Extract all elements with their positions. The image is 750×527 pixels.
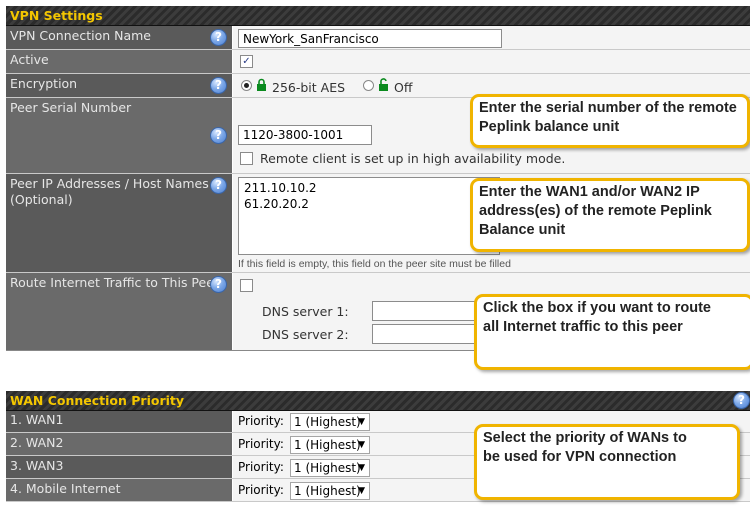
callout-wan-ip-text: Enter the WAN1 and/or WAN2 IP address(es…	[479, 184, 712, 238]
callout-serial-text: Enter the serial number of the remote Pe…	[479, 100, 737, 135]
route-traffic-label-text: Route Internet Traffic to This Peer	[10, 275, 220, 290]
dns-server-1-input[interactable]	[372, 301, 482, 321]
priority-label: Priority:	[238, 460, 284, 474]
peer-ip-line: 211.10.10.2	[244, 181, 317, 195]
chevron-down-icon: ▼	[358, 463, 365, 473]
help-icon[interactable]: ?	[210, 276, 227, 293]
wan-priority-header: WAN Connection Priority	[6, 391, 750, 411]
priority-select[interactable]: 1 (Highest) ▼	[290, 459, 370, 477]
priority-value: 1 (Highest)	[294, 438, 361, 452]
peer-serial-label-text: Peer Serial Number	[10, 100, 132, 115]
peer-ip-label-text: Peer IP Addresses / Host Names (Optional…	[10, 176, 209, 207]
wan-row-label: 1. WAN1	[6, 411, 232, 432]
vpn-settings-title: VPN Settings	[10, 8, 103, 23]
wan-row-label-text: 3. WAN3	[10, 458, 64, 473]
peer-ip-line: 61.20.20.2	[244, 197, 309, 211]
chevron-down-icon: ▼	[358, 417, 365, 427]
lock-open-icon	[379, 78, 388, 91]
vpn-settings-header: VPN Settings	[6, 6, 750, 26]
peer-ip-label: Peer IP Addresses / Host Names (Optional…	[6, 174, 232, 272]
route-traffic-label: Route Internet Traffic to This Peer	[6, 273, 232, 350]
priority-value: 1 (Highest)	[294, 415, 361, 429]
callout-route-text: Click the box if you want to route all I…	[483, 300, 711, 335]
encryption-aes-label: 256-bit AES	[272, 80, 346, 95]
wan-row-label: 4. Mobile Internet	[6, 479, 232, 501]
wan-priority-title: WAN Connection Priority	[10, 393, 185, 408]
chevron-down-icon: ▼	[358, 486, 365, 496]
active-checkbox[interactable]: ✓	[240, 55, 253, 68]
encryption-off-label: Off	[394, 80, 413, 95]
peer-ip-hint: If this field is empty, this field on th…	[238, 258, 511, 270]
dns-server-1-label: DNS server 1:	[262, 304, 349, 319]
priority-select[interactable]: 1 (Highest) ▼	[290, 482, 370, 500]
vpn-connection-name-input[interactable]: NewYork_SanFrancisco	[238, 29, 502, 48]
wan-row-label-text: 2. WAN2	[10, 435, 64, 450]
wan-row-label: 3. WAN3	[6, 456, 232, 478]
help-icon[interactable]: ?	[210, 177, 227, 194]
peer-serial-input[interactable]: 1120-3800-1001	[238, 125, 372, 145]
peer-ip-textarea[interactable]: 211.10.10.2 61.20.20.2	[238, 177, 500, 255]
vpn-connection-name-value: NewYork_SanFrancisco	[243, 32, 379, 46]
peer-serial-label: Peer Serial Number	[6, 98, 232, 173]
wan-row-label-text: 4. Mobile Internet	[10, 481, 121, 496]
active-cell	[233, 50, 750, 73]
chevron-down-icon: ▼	[358, 440, 365, 450]
help-icon[interactable]: ?	[210, 29, 227, 46]
help-icon[interactable]: ?	[733, 392, 750, 409]
route-traffic-checkbox[interactable]	[240, 279, 253, 292]
callout-wan-ip: Enter the WAN1 and/or WAN2 IP address(es…	[470, 178, 750, 252]
active-label: Active	[6, 50, 232, 73]
priority-label: Priority:	[238, 483, 284, 497]
encryption-aes-radio[interactable]	[241, 80, 252, 91]
encryption-label: Encryption	[6, 74, 232, 97]
encryption-label-text: Encryption	[10, 76, 78, 91]
wan-row-label: 2. WAN2	[6, 433, 232, 455]
active-label-text: Active	[10, 52, 49, 67]
dns-server-2-input[interactable]	[372, 324, 482, 344]
divider	[6, 501, 750, 502]
priority-value: 1 (Highest)	[294, 461, 361, 475]
encryption-off-radio[interactable]	[363, 80, 374, 91]
help-icon[interactable]: ?	[210, 77, 227, 94]
vpn-connection-name-label-text: VPN Connection Name	[10, 28, 151, 43]
callout-priority: Select the priority of WANs to be used f…	[474, 424, 740, 500]
peer-serial-value: 1120-3800-1001	[243, 128, 344, 142]
priority-value: 1 (Highest)	[294, 484, 361, 498]
wan-row-label-text: 1. WAN1	[10, 412, 64, 427]
dns-server-2-label: DNS server 2:	[262, 327, 349, 342]
priority-select[interactable]: 1 (Highest) ▼	[290, 413, 370, 431]
callout-serial-number: Enter the serial number of the remote Pe…	[470, 94, 750, 148]
ha-checkbox[interactable]	[240, 152, 253, 165]
priority-select[interactable]: 1 (Highest) ▼	[290, 436, 370, 454]
help-icon[interactable]: ?	[210, 127, 227, 144]
vpn-connection-name-label: VPN Connection Name	[6, 26, 232, 49]
callout-priority-text: Select the priority of WANs to be used f…	[483, 430, 687, 465]
callout-route-traffic: Click the box if you want to route all I…	[474, 294, 750, 370]
lock-closed-icon	[257, 78, 266, 91]
ha-checkbox-label: Remote client is set up in high availabi…	[260, 151, 566, 166]
priority-label: Priority:	[238, 414, 284, 428]
priority-label: Priority:	[238, 437, 284, 451]
